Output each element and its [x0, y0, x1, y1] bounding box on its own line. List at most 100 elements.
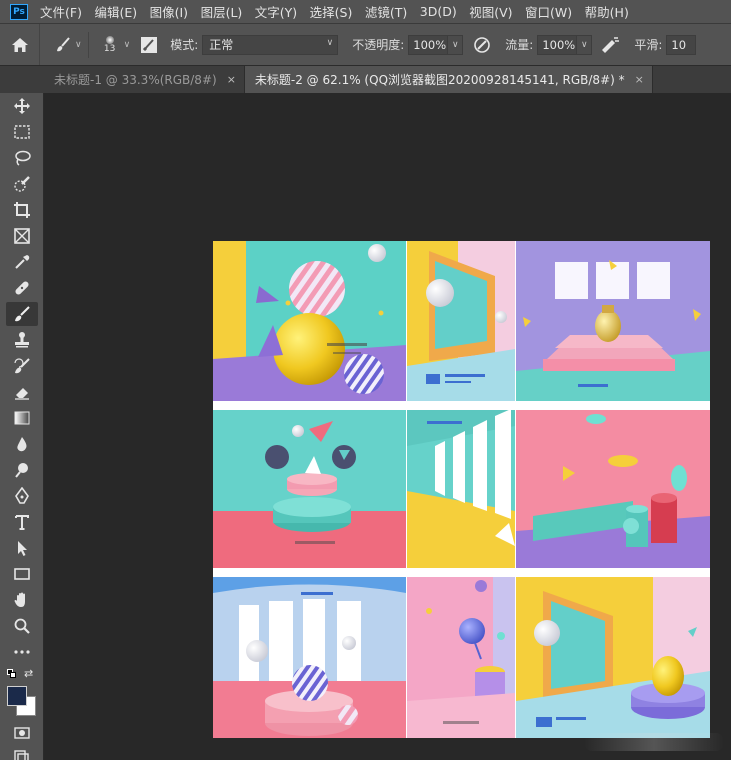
separator [87, 31, 89, 58]
zoom-tool[interactable] [6, 614, 38, 638]
menu-type[interactable]: 文字(Y) [255, 2, 297, 21]
lasso-icon [15, 150, 31, 166]
screen-mode-icon [14, 750, 29, 760]
home-icon [11, 37, 28, 52]
quick-mask-icon [14, 727, 30, 739]
eraser-icon [15, 388, 29, 400]
frame-tool[interactable] [6, 224, 38, 248]
brush-settings-toggle[interactable] [140, 36, 158, 54]
pen-icon [15, 487, 29, 504]
brush-icon [15, 306, 30, 322]
gradient-tool[interactable] [6, 406, 38, 430]
default-colors-icon[interactable] [7, 669, 17, 679]
healing-brush-tool[interactable] [6, 276, 38, 300]
bandage-icon [15, 281, 29, 295]
brush-size-value: 13 [103, 43, 116, 54]
brush-size-picker[interactable]: 13 [99, 35, 121, 54]
chevron-down-icon: ∨ [581, 39, 588, 50]
flow-input[interactable]: 100% [537, 34, 578, 55]
marquee-tool[interactable] [6, 120, 38, 144]
ellipsis-icon [14, 650, 30, 654]
chevron-down-icon: ∨ [75, 39, 82, 50]
stamp-icon [15, 332, 29, 348]
type-tool[interactable] [6, 510, 38, 534]
tab-title: 未标题-2 @ 62.1% (QQ浏览器截图20200928145141, RG… [254, 73, 625, 87]
menu-3d[interactable]: 3D(D) [420, 4, 457, 19]
type-icon [15, 515, 29, 530]
brush-tool[interactable] [6, 302, 38, 326]
menu-window[interactable]: 窗口(W) [525, 2, 572, 21]
dodge-icon [15, 463, 28, 478]
close-icon[interactable]: × [227, 73, 236, 86]
chevron-down-icon[interactable]: ∨ [124, 40, 131, 50]
history-brush-tool[interactable] [6, 354, 38, 378]
marquee-icon [14, 125, 30, 139]
pressure-opacity-toggle[interactable] [473, 36, 491, 54]
menu-help[interactable]: 帮助(H) [585, 2, 629, 21]
menu-image[interactable]: 图像(I) [150, 2, 188, 21]
mode-value: 正常 [209, 38, 234, 52]
menu-select[interactable]: 选择(S) [310, 2, 353, 21]
dodge-tool[interactable] [6, 458, 38, 482]
quick-select-tool[interactable] [6, 172, 38, 196]
close-icon[interactable]: × [635, 73, 644, 86]
eraser-tool[interactable] [6, 380, 38, 404]
eyedropper-tool[interactable] [6, 250, 38, 274]
menu-file[interactable]: 文件(F) [40, 2, 82, 21]
brush-settings-icon [141, 36, 158, 53]
menu-layer[interactable]: 图层(L) [201, 2, 243, 21]
opacity-input[interactable]: 100% [408, 34, 449, 55]
crop-tool[interactable] [6, 198, 38, 222]
tab-document-2[interactable]: 未标题-2 @ 62.1% (QQ浏览器截图20200928145141, RG… [244, 66, 653, 93]
foreground-color-swatch[interactable] [7, 686, 27, 706]
pen-tool[interactable] [6, 484, 38, 508]
flow-label: 流量: [505, 38, 534, 52]
swap-colors-icon[interactable]: ⇄ [24, 667, 33, 680]
pressure-opacity-icon [474, 36, 491, 53]
menu-view[interactable]: 视图(V) [469, 2, 512, 21]
rectangle-tool[interactable] [6, 562, 38, 586]
chevron-down-icon: ∨ [451, 39, 459, 50]
smoothing-input[interactable]: 10 [666, 34, 697, 55]
options-bar: ∨ 13 ∨ 模式: 正常 ∨ 不透明度: 100% ∨ 流量: 100% ∨ … [0, 24, 731, 66]
clone-stamp-tool[interactable] [6, 328, 38, 352]
brush-icon [57, 36, 70, 51]
move-tool[interactable] [6, 94, 38, 118]
tab-document-1[interactable]: 未标题-1 @ 33.3%(RGB/8#) × [44, 66, 245, 93]
menu-edit[interactable]: 编辑(E) [94, 2, 137, 21]
quick-mask-button[interactable] [6, 721, 38, 745]
magnifier-icon [14, 618, 30, 634]
arrow-cursor-icon [18, 541, 27, 556]
document-canvas[interactable] [213, 241, 710, 738]
watermark [584, 733, 724, 751]
lasso-tool[interactable] [6, 146, 38, 170]
gradient-icon [14, 411, 30, 425]
brush-preset-picker[interactable]: ∨ [54, 36, 82, 54]
collage-image [213, 241, 710, 738]
chevron-down-icon: ∨ [326, 37, 334, 48]
document-tab-bar: 未标题-1 @ 33.3%(RGB/8#) × 未标题-2 @ 62.1% (Q… [0, 66, 731, 93]
hand-tool[interactable] [6, 588, 38, 612]
smoothing-label: 平滑: [634, 38, 663, 52]
history-brush-icon [14, 358, 30, 374]
airbrush-icon [602, 36, 620, 53]
path-select-tool[interactable] [6, 536, 38, 560]
menu-filter[interactable]: 滤镜(T) [365, 2, 407, 21]
opacity-dropdown[interactable]: ∨ [448, 34, 464, 55]
home-button[interactable] [0, 24, 40, 65]
blur-tool[interactable] [6, 432, 38, 456]
crop-icon [14, 202, 30, 218]
flow-dropdown[interactable]: ∨ [577, 34, 593, 55]
move-icon [14, 98, 30, 114]
mode-label: 模式: [170, 38, 199, 52]
eyedropper-icon [15, 255, 30, 269]
screen-mode-button[interactable] [6, 746, 38, 760]
airbrush-toggle[interactable] [600, 36, 620, 54]
photoshop-logo: Ps [10, 3, 28, 20]
tools-panel: ▸▸ [0, 66, 44, 760]
mode-select[interactable]: 正常 ∨ [202, 34, 339, 55]
tab-title: 未标题-1 @ 33.3%(RGB/8#) [54, 73, 217, 87]
opacity-label: 不透明度: [352, 38, 405, 52]
canvas-workspace[interactable] [44, 93, 731, 760]
more-tools[interactable] [6, 640, 38, 664]
